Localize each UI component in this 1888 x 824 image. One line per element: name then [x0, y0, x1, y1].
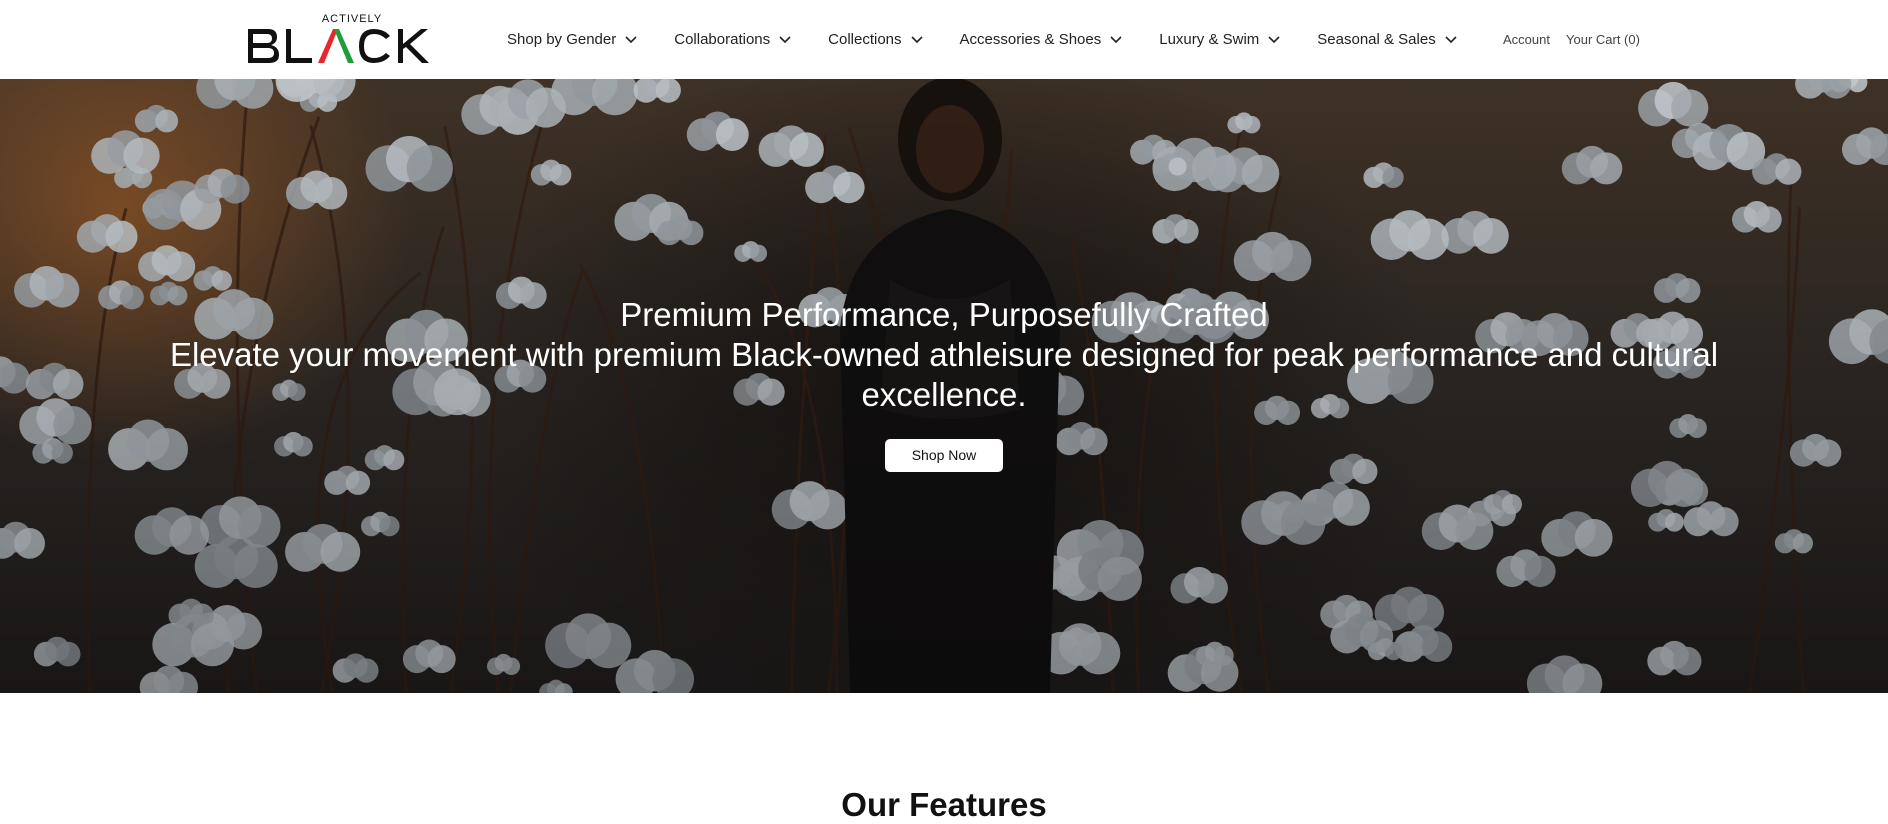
chevron-down-icon — [1110, 35, 1122, 43]
nav-accessories-shoes[interactable]: Accessories & Shoes — [960, 31, 1123, 48]
chevron-down-icon — [779, 35, 791, 43]
nav-label: Collections — [828, 31, 902, 48]
account-link[interactable]: Account — [1503, 0, 1550, 79]
nav-label: Collaborations — [674, 31, 771, 48]
nav-label: Seasonal & Sales — [1317, 31, 1436, 48]
features-section: Our Features — [0, 693, 1888, 823]
logo-tagline: ACTIVELY — [321, 13, 383, 25]
features-title: Our Features — [841, 786, 1047, 824]
nav-label: Shop by Gender — [507, 31, 617, 48]
nav-label: Luxury & Swim — [1159, 31, 1260, 48]
nav-label: Accessories & Shoes — [959, 31, 1102, 48]
chevron-down-icon — [625, 35, 637, 43]
site-header: ACTIVELY Shop by Gender Collaborations C… — [0, 0, 1888, 79]
logo-wordmark-icon — [248, 29, 429, 63]
nav-collaborations[interactable]: Collaborations — [674, 31, 791, 48]
chevron-down-icon — [1445, 35, 1457, 43]
nav-shop-by-gender[interactable]: Shop by Gender — [507, 31, 637, 48]
hero-title: Premium Performance, Purposefully Crafte… — [620, 296, 1268, 333]
brand-logo[interactable]: ACTIVELY — [246, 13, 458, 63]
hero-banner: Premium Performance, Purposefully Crafte… — [0, 79, 1888, 693]
shop-now-button[interactable]: Shop Now — [884, 439, 1004, 472]
main-nav: Shop by Gender Collaborations Collection… — [507, 0, 1494, 79]
chevron-down-icon — [910, 35, 923, 43]
hero-subtitle: Elevate your movement with premium Black… — [169, 336, 1719, 413]
chevron-down-icon — [1268, 35, 1280, 43]
hero-content: Premium Performance, Purposefully Crafte… — [0, 295, 1888, 472]
nav-luxury-swim[interactable]: Luxury & Swim — [1159, 31, 1280, 48]
cart-link[interactable]: Your Cart (0) — [1566, 0, 1640, 79]
nav-seasonal-sales[interactable]: Seasonal & Sales — [1317, 31, 1457, 48]
nav-collections[interactable]: Collections — [828, 31, 923, 48]
